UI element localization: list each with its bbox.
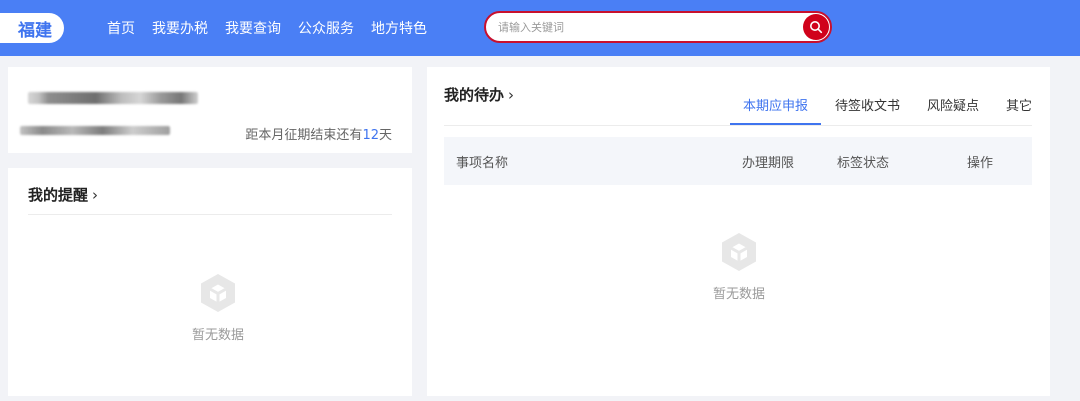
deadline-days: 12 — [362, 128, 379, 143]
search-button[interactable] — [803, 14, 829, 40]
search-icon — [810, 21, 823, 34]
nav-local-features[interactable]: 地方特色 — [371, 18, 427, 38]
top-header: 福建 首页 我要办税 我要查询 公众服务 地方特色 — [0, 0, 1080, 56]
logo-text: 福建 — [18, 20, 52, 41]
reminders-divider — [28, 214, 392, 215]
main-nav: 首页 我要办税 我要查询 公众服务 地方特色 — [107, 0, 444, 56]
site-logo[interactable]: 福建 — [0, 13, 64, 43]
todo-card: 我的待办 › 本期应申报 待签收文书 风险疑点 其它 事项名称 办理期限 标签状态… — [427, 67, 1050, 396]
reminders-empty-text: 暂无数据 — [191, 328, 244, 343]
reminders-card: 我的提醒 › 暂无数据 — [8, 168, 412, 396]
tab-current-declaration[interactable]: 本期应申报 — [729, 95, 821, 125]
tab-pending-documents[interactable]: 待签收文书 — [835, 95, 900, 114]
column-header-deadline: 办理期限 — [742, 156, 795, 171]
redacted-taxpayer-id — [20, 126, 170, 135]
nav-public-service[interactable]: 公众服务 — [298, 18, 354, 38]
todo-table-header: 事项名称 办理期限 标签状态 操作 — [444, 137, 1032, 185]
tab-other[interactable]: 其它 — [1006, 95, 1032, 114]
deadline-notice: 距本月征期结束还有12天 — [245, 124, 392, 143]
redacted-taxpayer-name — [28, 92, 198, 104]
chevron-right-icon: › — [508, 86, 515, 104]
todo-tabs: 本期应申报 待签收文书 风险疑点 其它 — [716, 95, 1032, 125]
user-info-card: 距本月征期结束还有12天 — [8, 67, 412, 153]
search-input[interactable] — [498, 17, 788, 37]
deadline-prefix: 距本月征期结束还有 — [245, 128, 363, 143]
todo-empty-text: 暂无数据 — [712, 287, 765, 302]
todo-title[interactable]: 我的待办 › — [444, 84, 514, 105]
todo-tabs-divider — [444, 125, 1032, 126]
empty-box-icon — [722, 233, 756, 271]
nav-home[interactable]: 首页 — [107, 18, 135, 38]
reminders-empty-state: 暂无数据 — [158, 270, 278, 343]
reminders-title-text: 我的提醒 — [28, 186, 89, 204]
nav-tax-handling[interactable]: 我要办税 — [152, 18, 208, 38]
tab-risk-issues[interactable]: 风险疑点 — [927, 95, 979, 114]
column-header-item-name: 事项名称 — [456, 156, 509, 171]
chevron-right-icon: › — [92, 186, 99, 204]
deadline-suffix: 天 — [378, 128, 392, 143]
column-header-tag-status: 标签状态 — [837, 156, 890, 171]
reminders-title[interactable]: 我的提醒 › — [28, 184, 98, 205]
column-header-actions: 操作 — [967, 156, 994, 171]
search-box — [484, 11, 832, 43]
nav-query[interactable]: 我要查询 — [225, 18, 281, 38]
todo-title-text: 我的待办 — [444, 86, 505, 104]
todo-empty-state: 暂无数据 — [679, 229, 799, 302]
empty-box-icon — [201, 274, 235, 312]
